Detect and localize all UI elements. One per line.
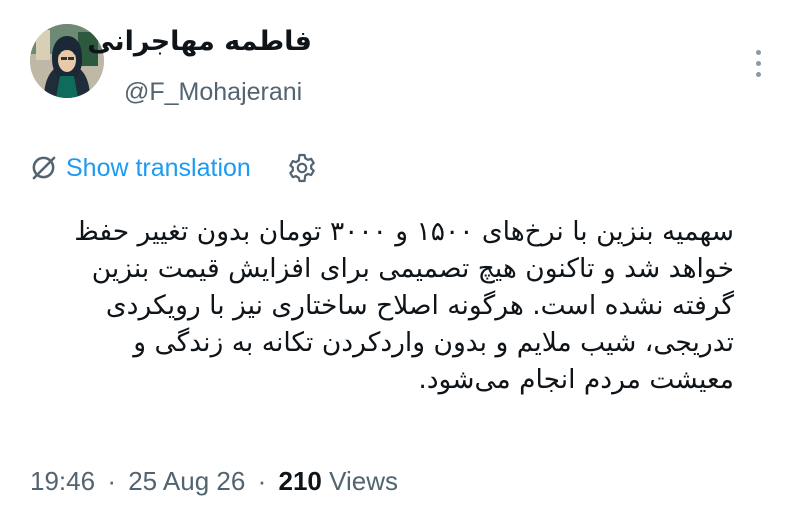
tweet-text-line: تدریجی، شیب ملایم و بدون واردکردن تکانه … xyxy=(133,327,734,358)
tweet-text: سهمیه بنزین با نرخ‌های ۱۵۰۰ و ۳۰۰۰ تومان… xyxy=(34,213,734,398)
more-dot-icon xyxy=(756,72,761,77)
tweet-text-line: سهمیه بنزین با نرخ‌های ۱۵۰۰ و ۳۰۰۰ تومان… xyxy=(74,216,734,247)
gear-icon[interactable] xyxy=(286,152,318,184)
tweet-time[interactable]: 19:46 xyxy=(30,466,95,496)
meta-separator: · xyxy=(107,466,116,496)
tweet-text-line: معیشت مردم انجام می‌شود. xyxy=(418,364,734,395)
meta-separator: · xyxy=(257,466,267,496)
tweet: فاطمه مهاجرانی @F_Mohajerani Show transl… xyxy=(0,0,800,529)
more-dot-icon xyxy=(756,61,761,66)
tweet-date[interactable]: 25 Aug 26 xyxy=(128,466,245,496)
views-count: 210 xyxy=(278,466,322,496)
display-name[interactable]: فاطمه مهاجرانی xyxy=(87,26,312,57)
translate-slash-icon xyxy=(32,156,56,180)
more-dot-icon xyxy=(756,50,761,55)
show-translation-link[interactable]: Show translation xyxy=(66,154,251,183)
translation-row: Show translation xyxy=(30,148,350,188)
tweet-text-line: خواهد شد و تاکنون هیچ تصمیمی برای افزایش… xyxy=(91,253,734,284)
tweet-meta: 19:46 · 25 Aug 26 · 210 Views xyxy=(30,466,398,497)
user-handle[interactable]: @F_Mohajerani xyxy=(124,78,302,107)
views-label: Views xyxy=(329,466,398,496)
tweet-text-line: گرفته نشده است. هرگونه اصلاح ساختاری نیز… xyxy=(105,290,734,321)
more-options-button[interactable] xyxy=(748,44,770,84)
